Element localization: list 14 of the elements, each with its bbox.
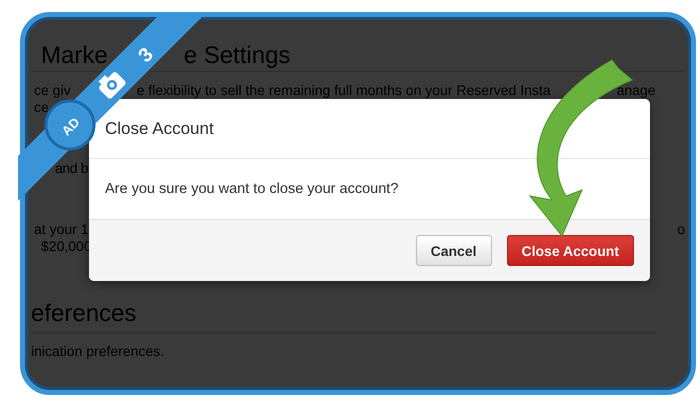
section-heading: eferences bbox=[31, 300, 656, 333]
section-text: inication preferences. bbox=[31, 343, 164, 359]
ribbon-count: 3 bbox=[134, 44, 158, 68]
page-text: anage bbox=[616, 82, 656, 99]
page-text: ce giv bbox=[34, 82, 71, 99]
page-heading: Marke bbox=[41, 41, 108, 71]
page-text: ce bbox=[34, 99, 49, 116]
page-text: o bbox=[677, 221, 685, 238]
cancel-button[interactable]: Cancel bbox=[416, 235, 492, 266]
badge-text: AD bbox=[58, 114, 83, 138]
camera-icon bbox=[98, 70, 127, 100]
close-account-button[interactable]: Close Account bbox=[506, 235, 634, 266]
page-text: e flexibility to sell the remaining full months on your Reserved Insta bbox=[136, 82, 551, 99]
page-heading: e Settings bbox=[184, 41, 290, 71]
